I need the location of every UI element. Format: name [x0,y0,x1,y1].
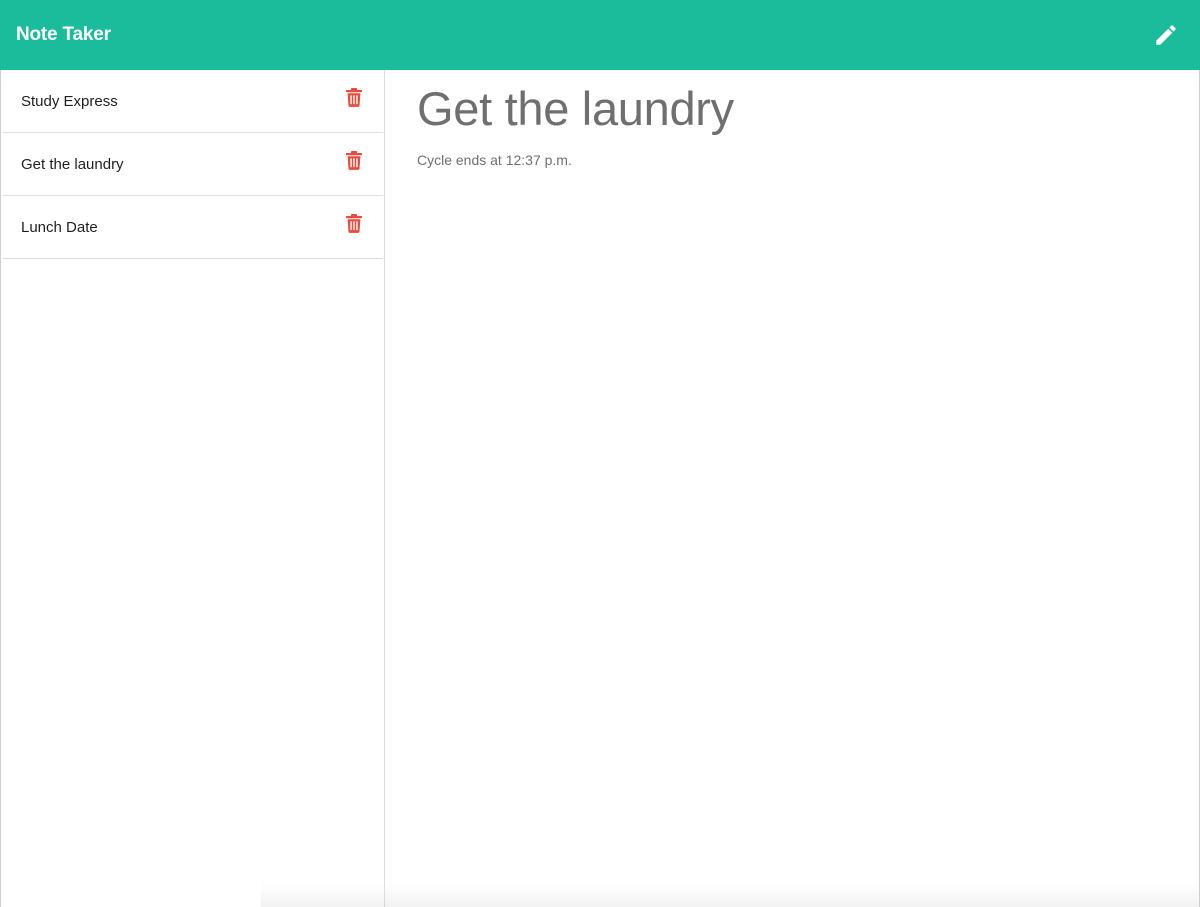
note-list-item[interactable]: Study Express [3,70,383,133]
notes-sidebar: Study Express Get the laundry Lunch Date [1,70,385,907]
trash-icon [346,151,362,170]
delete-note-button[interactable] [344,150,364,172]
delete-note-button[interactable] [344,213,364,235]
pencil-icon [1156,25,1176,45]
note-item-title[interactable]: Study Express [21,93,118,110]
note-item-title[interactable]: Get the laundry [21,156,124,173]
new-note-button[interactable] [1150,19,1182,51]
navbar: Note Taker [0,0,1200,70]
note-title-field[interactable]: Get the laundry [417,84,1168,136]
note-list-item[interactable]: Lunch Date [3,196,383,259]
trash-icon [346,88,362,107]
note-text-field[interactable]: Cycle ends at 12:37 p.m. [417,152,1168,168]
app-title[interactable]: Note Taker [16,24,111,46]
delete-note-button[interactable] [344,87,364,109]
notes-list: Study Express Get the laundry Lunch Date [1,70,384,259]
note-list-item[interactable]: Get the laundry [3,133,383,196]
note-editor: Get the laundry Cycle ends at 12:37 p.m. [385,70,1200,907]
app-body: Study Express Get the laundry Lunch Date… [0,70,1200,907]
note-item-title[interactable]: Lunch Date [21,219,98,236]
trash-icon [346,214,362,233]
